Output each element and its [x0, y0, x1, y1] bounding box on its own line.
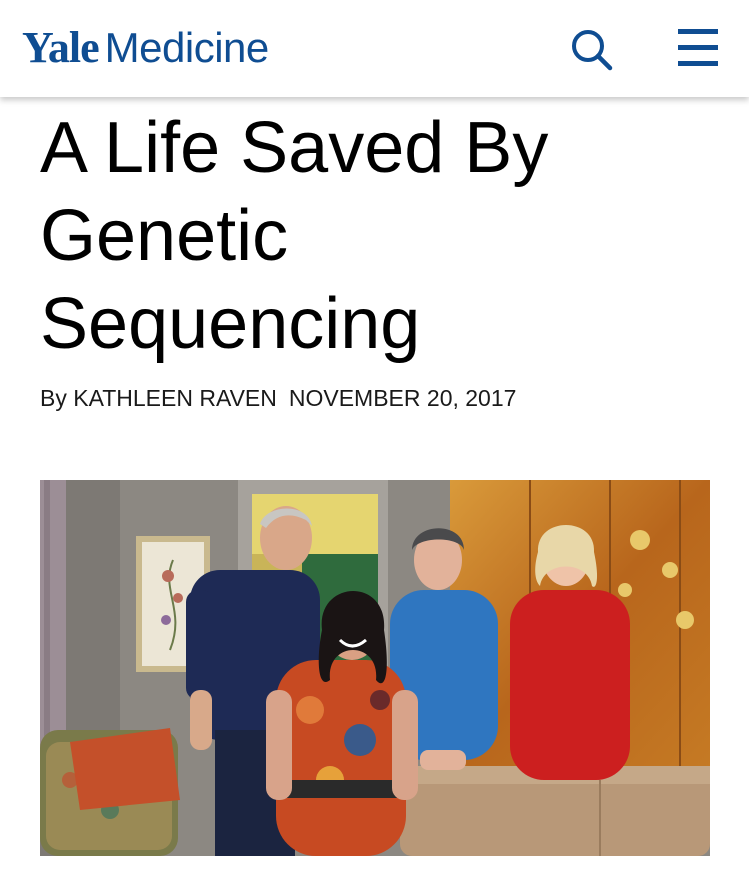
logo-medicine-text: Medicine: [104, 24, 270, 71]
title-line-2: Genetic: [40, 196, 289, 276]
yale-medicine-logo[interactable]: Yale Medicine: [22, 22, 269, 74]
byline-author: By KATHLEEN RAVEN: [40, 385, 277, 411]
article-hero-photo: [40, 480, 710, 856]
family-portrait-illustration: [40, 480, 710, 856]
title-line-3: Sequencing: [40, 284, 421, 364]
byline-date: NOVEMBER 20, 2017: [288, 385, 517, 411]
search-button[interactable]: [566, 24, 618, 76]
search-icon: [572, 30, 613, 71]
site-header: Yale Medicine: [0, 0, 749, 97]
hamburger-menu-icon: [678, 29, 718, 66]
article-title: A Life Saved By Genetic Sequencing: [40, 104, 720, 368]
title-line-1: A Life Saved By: [40, 108, 549, 188]
logo-yale-text: Yale: [22, 23, 100, 72]
menu-button[interactable]: [672, 24, 724, 74]
article-byline: By KATHLEEN RAVEN NOVEMBER 20, 2017: [40, 384, 516, 412]
